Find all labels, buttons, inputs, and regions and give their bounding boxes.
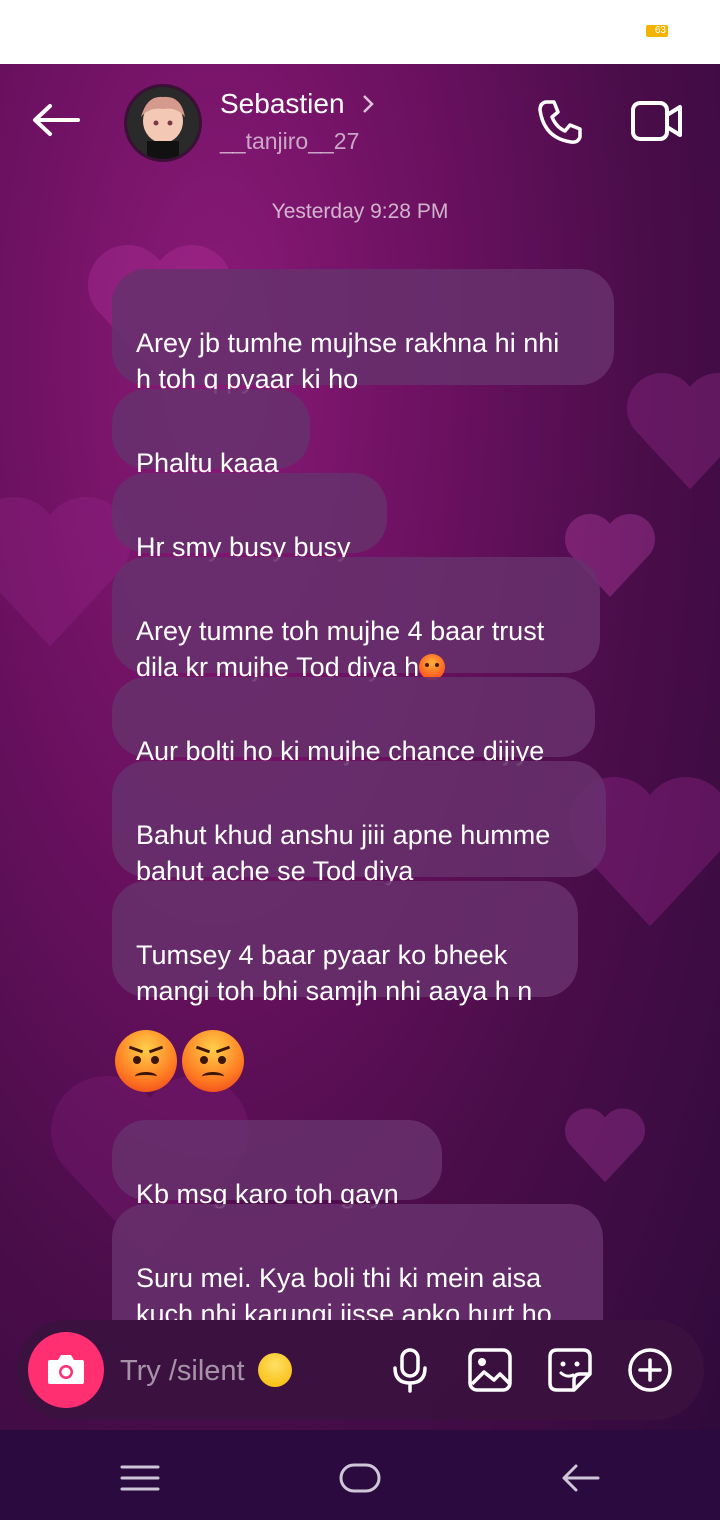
menu-icon[interactable]: [120, 1458, 160, 1498]
message-input[interactable]: [118, 1350, 372, 1392]
message-text: Bahut khud anshu jiii apne humme bahut a…: [136, 820, 551, 886]
back-arrow-icon[interactable]: [30, 100, 82, 140]
chevron-right-icon[interactable]: [360, 94, 376, 114]
contact-username: __tanjiro__27: [220, 128, 360, 154]
message-text: Arey tumne toh mujhe 4 baar trust dila k…: [136, 616, 545, 682]
back-icon[interactable]: [560, 1458, 600, 1498]
add-icon[interactable]: [626, 1346, 674, 1394]
message-bubble[interactable]: Bahut khud anshu jiii apne humme bahut a…: [112, 761, 606, 886]
message-bubble[interactable]: Hr smy busy busy: [112, 473, 387, 562]
sticker-icon[interactable]: [546, 1346, 594, 1394]
phone-call-icon[interactable]: [534, 96, 586, 148]
status-bar: 63: [0, 0, 720, 64]
message-text: Tumsey 4 baar pyaar ko bheek mangi toh b…: [136, 940, 533, 1006]
camera-icon: [48, 1355, 84, 1384]
home-icon[interactable]: [338, 1458, 382, 1498]
avatar[interactable]: [124, 84, 202, 162]
message-bubble[interactable]: Tumsey 4 baar pyaar ko bheek mangi toh b…: [112, 881, 578, 1006]
microphone-icon[interactable]: [386, 1346, 434, 1394]
message-bubble[interactable]: Kb msg karo toh gayn: [112, 1120, 442, 1209]
contact-name[interactable]: Sebastien: [220, 88, 345, 120]
video-call-icon[interactable]: [630, 98, 684, 144]
message-text: Arey jb tumhe mujhse rakhna hi nhi h toh…: [136, 328, 560, 394]
battery-indicator: 63: [646, 25, 668, 37]
avatar-image: [127, 87, 199, 159]
gallery-icon[interactable]: [466, 1346, 514, 1394]
heart-decoration: [565, 1108, 645, 1183]
shushing-face-icon: [258, 1353, 292, 1387]
message-bubble[interactable]: Aur bolti ho ki mujhe chance dijiye: [112, 677, 595, 766]
message-bubble[interactable]: Arey jb tumhe mujhse rakhna hi nhi h toh…: [112, 269, 614, 394]
message-bubble[interactable]: Arey tumne toh mujhe 4 baar trust dila k…: [112, 557, 600, 682]
message-timestamp: Yesterday 9:28 PM: [271, 200, 449, 223]
chat-header: [0, 64, 720, 184]
camera-button[interactable]: [28, 1332, 104, 1408]
heart-decoration: [627, 373, 720, 490]
angry-face-icon[interactable]: [182, 1030, 244, 1092]
message-bubble[interactable]: Phaltu kaaa: [112, 389, 310, 478]
angry-face-icon[interactable]: [115, 1030, 177, 1092]
